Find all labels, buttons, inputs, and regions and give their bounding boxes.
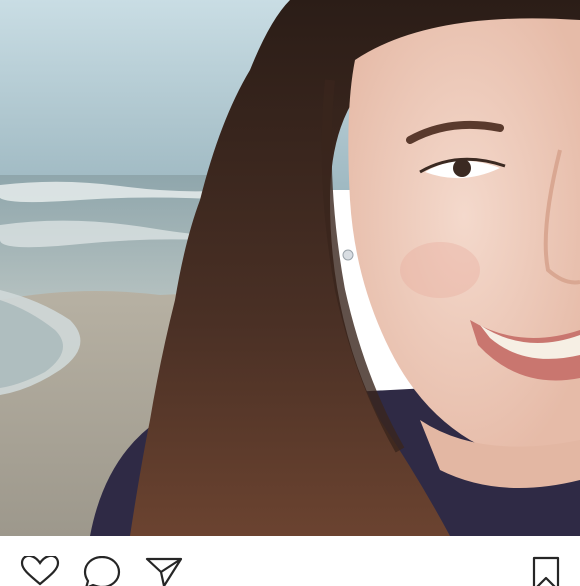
bookmark-icon[interactable] bbox=[528, 556, 568, 586]
post-photo[interactable] bbox=[0, 0, 580, 536]
send-icon[interactable] bbox=[144, 556, 184, 586]
post-action-bar bbox=[0, 536, 580, 586]
heart-icon[interactable] bbox=[20, 556, 60, 586]
comment-icon[interactable] bbox=[82, 556, 122, 586]
